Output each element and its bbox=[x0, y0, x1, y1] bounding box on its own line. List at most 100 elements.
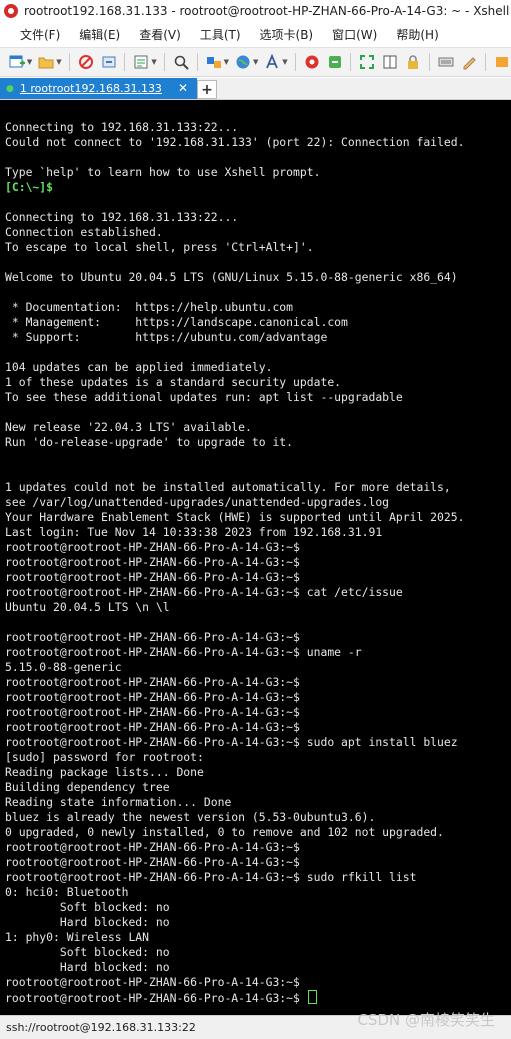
terminal-line-text: Hard blocked: no bbox=[5, 960, 170, 974]
terminal-line: rootroot@rootroot-HP-ZHAN-66-Pro-A-14-G3… bbox=[5, 555, 509, 570]
toolbar-divider bbox=[294, 53, 296, 71]
terminal-line: * Support: https://ubuntu.com/advantage bbox=[5, 330, 509, 345]
xftp-icon[interactable] bbox=[303, 53, 321, 71]
terminal-line: Building dependency tree bbox=[5, 780, 509, 795]
tunnel-icon[interactable] bbox=[326, 53, 344, 71]
find-icon[interactable] bbox=[172, 53, 190, 71]
menu-window[interactable]: 窗口(W) bbox=[332, 26, 377, 43]
terminal-line: rootroot@rootroot-HP-ZHAN-66-Pro-A-14-G3… bbox=[5, 645, 509, 660]
keyboard-icon[interactable] bbox=[437, 53, 455, 71]
new-session-icon[interactable] bbox=[8, 53, 26, 71]
terminal-line-text: rootroot@rootroot-HP-ZHAN-66-Pro-A-14-G3… bbox=[5, 840, 300, 854]
terminal-line-text: rootroot@rootroot-HP-ZHAN-66-Pro-A-14-G3… bbox=[5, 645, 362, 659]
menu-view[interactable]: 查看(V) bbox=[139, 26, 181, 43]
lock-icon[interactable] bbox=[404, 53, 422, 71]
properties-icon[interactable] bbox=[132, 53, 150, 71]
chevron-down-icon[interactable]: ▼ bbox=[56, 58, 61, 66]
close-icon[interactable]: ✕ bbox=[178, 81, 188, 95]
font-icon[interactable] bbox=[263, 53, 281, 71]
split-icon[interactable] bbox=[381, 53, 399, 71]
disconnect-icon[interactable] bbox=[77, 53, 95, 71]
terminal-line: * Management: https://landscape.canonica… bbox=[5, 315, 509, 330]
terminal-line-text: 104 updates can be applied immediately. bbox=[5, 360, 273, 374]
terminal-line: rootroot@rootroot-HP-ZHAN-66-Pro-A-14-G3… bbox=[5, 630, 509, 645]
terminal-line: New release '22.04.3 LTS' available. bbox=[5, 420, 509, 435]
menu-edit[interactable]: 编辑(E) bbox=[79, 26, 120, 43]
terminal-line-text: rootroot@rootroot-HP-ZHAN-66-Pro-A-14-G3… bbox=[5, 870, 417, 884]
terminal-line: Run 'do-release-upgrade' to upgrade to i… bbox=[5, 435, 509, 450]
terminal-line: 1 updates could not be installed automat… bbox=[5, 480, 509, 495]
globe-icon[interactable] bbox=[234, 53, 252, 71]
terminal-line-text: rootroot@rootroot-HP-ZHAN-66-Pro-A-14-G3… bbox=[5, 540, 300, 554]
terminal-line-text: Reading package lists... Done bbox=[5, 765, 204, 779]
terminal-line-text: Type `help' to learn how to use Xshell p… bbox=[5, 165, 321, 179]
menu-bar: 文件(F) 编辑(E) 查看(V) 工具(T) 选项卡(B) 窗口(W) 帮助(… bbox=[0, 22, 511, 46]
terminal-line: To escape to local shell, press 'Ctrl+Al… bbox=[5, 240, 509, 255]
terminal-line-text: Connecting to 192.168.31.133:22... bbox=[5, 120, 239, 134]
chevron-down-icon[interactable]: ▼ bbox=[224, 58, 229, 66]
terminal-line: Reading state information... Done bbox=[5, 795, 509, 810]
terminal-line: Connecting to 192.168.31.133:22... bbox=[5, 120, 509, 135]
terminal-line: rootroot@rootroot-HP-ZHAN-66-Pro-A-14-G3… bbox=[5, 690, 509, 705]
tab-session[interactable]: ● 1 rootroot192.168.31.133 ✕ bbox=[0, 78, 197, 99]
terminal-cursor bbox=[307, 990, 317, 1004]
terminal-line-text: To see these additional updates run: apt… bbox=[5, 390, 403, 404]
terminal-line-text: 0 upgraded, 0 newly installed, 0 to remo… bbox=[5, 825, 444, 839]
terminal-line-text: Soft blocked: no bbox=[5, 945, 170, 959]
tab-bar: ● 1 rootroot192.168.31.133 ✕ + bbox=[0, 78, 511, 100]
terminal-line-text: Connecting to 192.168.31.133:22... bbox=[5, 210, 239, 224]
chevron-down-icon[interactable]: ▼ bbox=[27, 58, 32, 66]
terminal-area[interactable]: Connecting to 192.168.31.133:22... Could … bbox=[0, 100, 511, 1015]
highlight-icon[interactable] bbox=[460, 53, 478, 71]
reconnect-icon[interactable] bbox=[100, 53, 118, 71]
terminal-line: rootroot@rootroot-HP-ZHAN-66-Pro-A-14-G3… bbox=[5, 585, 509, 600]
fullscreen-icon[interactable] bbox=[358, 53, 376, 71]
open-folder-icon[interactable] bbox=[37, 53, 55, 71]
terminal-line-text: rootroot@rootroot-HP-ZHAN-66-Pro-A-14-G3… bbox=[5, 585, 403, 599]
terminal-line-text: rootroot@rootroot-HP-ZHAN-66-Pro-A-14-G3… bbox=[5, 735, 458, 749]
transfer-icon[interactable] bbox=[205, 53, 223, 71]
chevron-down-icon[interactable]: ▼ bbox=[253, 58, 258, 66]
terminal-line: rootroot@rootroot-HP-ZHAN-66-Pro-A-14-G3… bbox=[5, 975, 509, 990]
terminal-line-text: rootroot@rootroot-HP-ZHAN-66-Pro-A-14-G3… bbox=[5, 991, 307, 1005]
menu-file[interactable]: 文件(F) bbox=[20, 26, 60, 43]
compose-icon[interactable] bbox=[493, 53, 511, 71]
terminal-line: 0 upgraded, 0 newly installed, 0 to remo… bbox=[5, 825, 509, 840]
terminal-line-text: * Documentation: https://help.ubuntu.com bbox=[5, 300, 294, 314]
terminal-line-text: Your Hardware Enablement Stack (HWE) is … bbox=[5, 510, 465, 524]
menu-help[interactable]: 帮助(H) bbox=[396, 26, 438, 43]
toolbar-divider bbox=[124, 53, 126, 71]
terminal-line-text: Last login: Tue Nov 14 10:33:38 2023 fro… bbox=[5, 525, 383, 539]
terminal-line-text: * Support: https://ubuntu.com/advantage bbox=[5, 330, 328, 344]
terminal-line: Could not connect to '192.168.31.133' (p… bbox=[5, 135, 509, 150]
terminal-line-text: rootroot@rootroot-HP-ZHAN-66-Pro-A-14-G3… bbox=[5, 675, 300, 689]
terminal-line: rootroot@rootroot-HP-ZHAN-66-Pro-A-14-G3… bbox=[5, 870, 509, 885]
menu-tabs[interactable]: 选项卡(B) bbox=[260, 26, 314, 43]
menu-tools[interactable]: 工具(T) bbox=[200, 26, 241, 43]
title-bar: rootroot192.168.31.133 - rootroot@rootro… bbox=[0, 0, 511, 22]
toolbar-divider bbox=[196, 53, 198, 71]
terminal-line: Hard blocked: no bbox=[5, 960, 509, 975]
terminal-line: * Documentation: https://help.ubuntu.com bbox=[5, 300, 509, 315]
new-tab-button[interactable]: + bbox=[197, 80, 217, 99]
chevron-down-icon[interactable]: ▼ bbox=[151, 58, 156, 66]
chevron-down-icon[interactable]: ▼ bbox=[282, 58, 287, 66]
terminal-line-text: Run 'do-release-upgrade' to upgrade to i… bbox=[5, 435, 294, 449]
toolbar-divider bbox=[485, 53, 487, 71]
terminal-line-text: [sudo] password for rootroot: bbox=[5, 750, 204, 764]
terminal-line: Your Hardware Enablement Stack (HWE) is … bbox=[5, 510, 509, 525]
terminal-line: To see these additional updates run: apt… bbox=[5, 390, 509, 405]
connection-status: ssh://rootroot@192.168.31.133:22 bbox=[6, 1021, 196, 1034]
terminal-line-text: rootroot@rootroot-HP-ZHAN-66-Pro-A-14-G3… bbox=[5, 975, 300, 989]
toolbar: ▼ ▼ ▼ ▼ ▼ ▼ bbox=[0, 47, 511, 77]
terminal-line-text: rootroot@rootroot-HP-ZHAN-66-Pro-A-14-G3… bbox=[5, 720, 300, 734]
toolbar-divider bbox=[429, 53, 431, 71]
terminal-line: Welcome to Ubuntu 20.04.5 LTS (GNU/Linux… bbox=[5, 270, 509, 285]
terminal-line: Last login: Tue Nov 14 10:33:38 2023 fro… bbox=[5, 525, 509, 540]
